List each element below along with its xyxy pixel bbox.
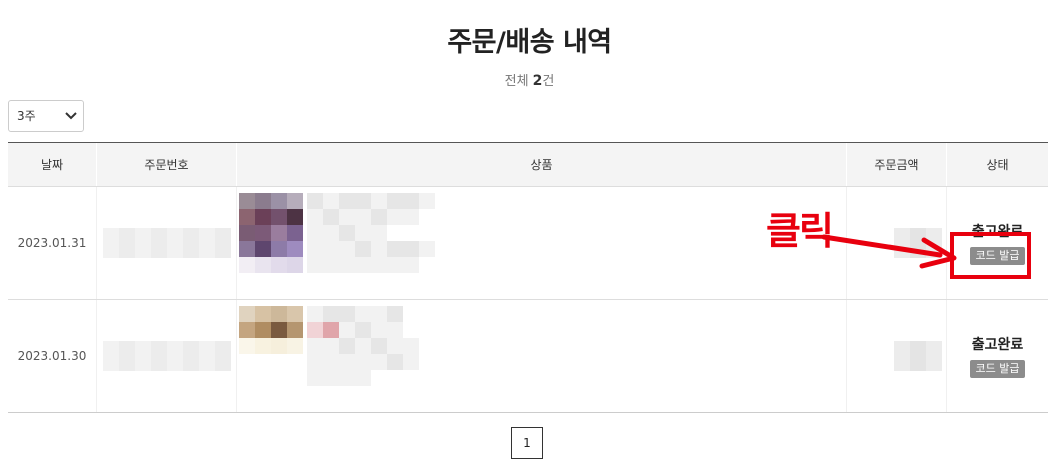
- product-thumbnail[interactable]: [239, 306, 303, 386]
- header-product: 상품: [237, 143, 847, 186]
- issue-code-button[interactable]: 코드 발급: [969, 360, 1026, 378]
- product-cell[interactable]: [237, 187, 847, 299]
- period-select[interactable]: 3주: [8, 100, 84, 132]
- order-number-blurred[interactable]: [97, 187, 237, 299]
- product-name-blurred[interactable]: [307, 306, 433, 390]
- chevron-down-icon: [65, 112, 77, 120]
- header-date: 날짜: [8, 143, 97, 186]
- order-number-blurred[interactable]: [97, 300, 237, 412]
- header-amount: 주문금액: [847, 143, 947, 186]
- count-value: 2: [532, 73, 543, 89]
- order-count: 전체 2건: [0, 70, 1059, 89]
- order-date: 2023.01.30: [8, 300, 97, 412]
- table-row: 2023.01.30 출고완료 코드 발급: [8, 300, 1048, 412]
- product-cell[interactable]: [237, 300, 847, 412]
- count-prefix: 전체: [504, 74, 533, 89]
- pagination-page-button[interactable]: 1: [511, 427, 543, 459]
- status-badge: 출고완료: [971, 337, 1024, 353]
- count-suffix: 건: [542, 74, 555, 89]
- status-cell: 출고완료 코드 발급: [947, 300, 1048, 412]
- product-thumbnail[interactable]: [239, 193, 303, 273]
- product-name-blurred[interactable]: [307, 193, 435, 277]
- order-table: 날짜 주문번호 상품 주문금액 상태 2023.01.31 출고완료 코드 발급…: [8, 142, 1048, 413]
- header-status: 상태: [986, 158, 1009, 172]
- order-date: 2023.01.31: [8, 187, 97, 299]
- arrow-icon: [821, 234, 957, 269]
- table-header: 날짜 주문번호 상품 주문금액 상태: [8, 143, 1048, 187]
- order-amount-blurred: [847, 300, 947, 412]
- period-select-value: 3주: [17, 109, 36, 123]
- highlight-box: [950, 232, 1031, 279]
- header-order-number: 주문번호: [97, 143, 237, 186]
- page-title: 주문/배송 내역: [447, 27, 612, 58]
